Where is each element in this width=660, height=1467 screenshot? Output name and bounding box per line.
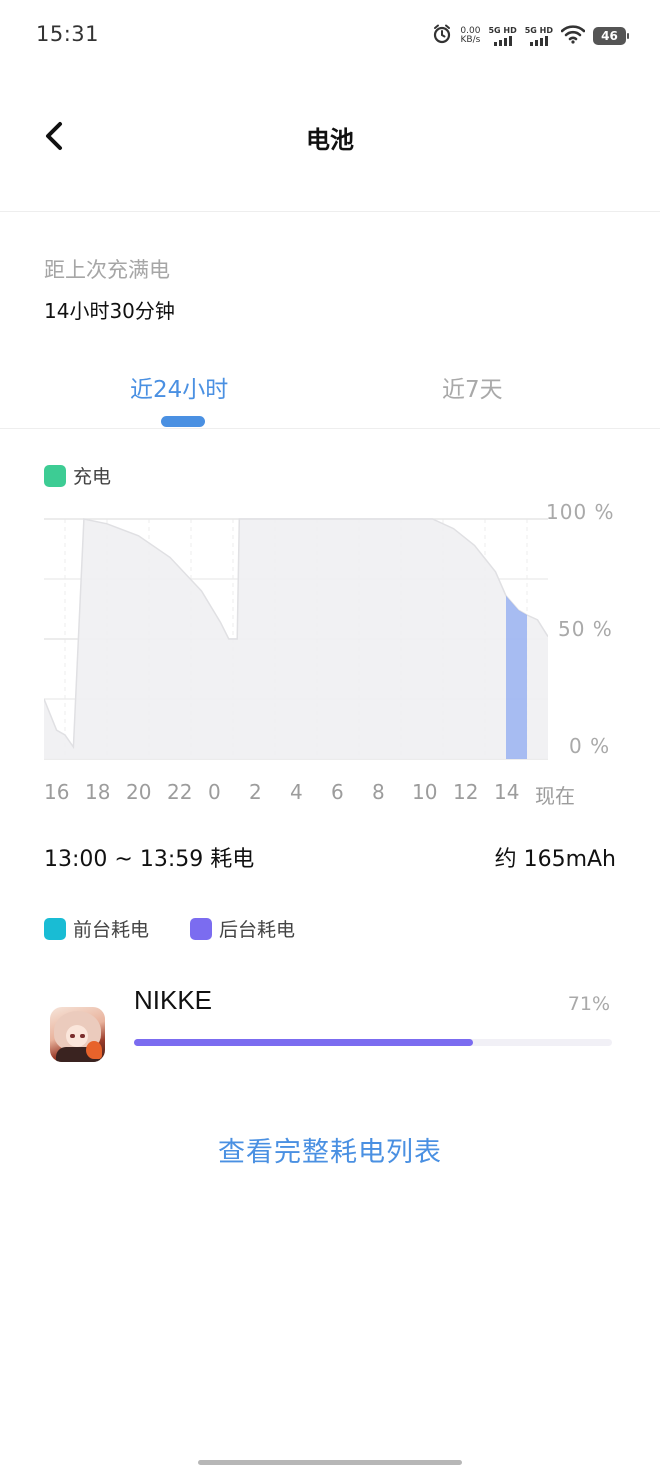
x-tick-label: 12 — [453, 780, 479, 804]
title-bar: 电池 — [0, 96, 660, 176]
network-speed-unit: KB/s — [460, 35, 481, 45]
x-tick-label: 22 — [167, 780, 193, 804]
x-tick-label: 0 — [208, 780, 221, 804]
app-name: NIKKE — [134, 985, 213, 1015]
battery-level-area — [44, 519, 548, 759]
x-tick-label: 2 — [249, 780, 262, 804]
app-usage-bar — [134, 1039, 612, 1046]
sim1-label: 5G HD — [488, 26, 517, 35]
x-tick-label: 8 — [372, 780, 385, 804]
background-label: 后台耗电 — [219, 919, 296, 941]
battery-chart-svg — [44, 518, 548, 760]
background-swatch — [190, 917, 212, 940]
selected-range-label: 13:00 ~ 13:59 耗电 — [44, 847, 255, 872]
y-tick-label: 100 % — [546, 500, 615, 524]
y-tick-label: 0 % — [569, 734, 611, 758]
y-tick-label: 50 % — [558, 617, 613, 641]
foreground-swatch — [44, 917, 66, 940]
signal-icon — [529, 36, 548, 46]
x-tick-label: 18 — [85, 780, 111, 804]
x-tick-label: 16 — [44, 780, 70, 804]
network-speed: 0.00 KB/s — [460, 27, 480, 45]
divider — [0, 211, 660, 212]
home-indicator[interactable] — [198, 1460, 462, 1465]
app-usage-percent: 71% — [567, 993, 610, 1015]
sim2-label: 5G HD — [524, 26, 553, 35]
x-tick-label: 14 — [494, 780, 520, 804]
since-full-charge-label: 距上次充满电 — [44, 258, 170, 282]
battery-icon: 46 — [593, 27, 629, 45]
selected-range-consumption: 约 165mAh — [494, 847, 616, 872]
status-bar: 15:31 0.00 KB/s 5G HD 5G HD 46 — [0, 0, 660, 72]
view-full-consumption-list-link[interactable]: 查看完整耗电列表 — [0, 1130, 660, 1169]
charging-swatch — [44, 464, 66, 487]
alarm-icon — [432, 24, 452, 48]
tab-24-hours[interactable]: 近24小时 — [130, 370, 228, 404]
signal-icon — [493, 36, 512, 46]
nikke-app-icon — [50, 1007, 105, 1062]
battery-chart[interactable] — [44, 515, 548, 763]
x-tick-label: 现在 — [535, 784, 575, 808]
legend-foreground: 前台耗电 — [44, 915, 149, 942]
x-tick-label: 20 — [126, 780, 152, 804]
sim2-signal: 5G HD — [525, 26, 553, 46]
charging-label: 充电 — [73, 466, 112, 488]
x-tick-label: 4 — [290, 780, 303, 804]
x-tick-label: 6 — [331, 780, 344, 804]
status-time: 15:31 — [36, 22, 100, 46]
foreground-label: 前台耗电 — [73, 919, 150, 941]
since-full-charge-value: 14小时30分钟 — [44, 299, 175, 323]
divider — [0, 428, 660, 429]
sim1-signal: 5G HD — [488, 26, 517, 46]
wifi-icon — [560, 24, 586, 48]
x-tick-label: 10 — [412, 780, 438, 804]
legend-background: 后台耗电 — [190, 915, 295, 942]
status-icons: 0.00 KB/s 5G HD 5G HD 46 — [432, 22, 629, 50]
selected-hour-bar — [506, 595, 527, 759]
page-title: 电池 — [306, 126, 354, 154]
app-usage-bar-fill — [134, 1039, 474, 1046]
tab-7-days[interactable]: 近7天 — [442, 370, 503, 404]
tab-indicator — [161, 416, 205, 427]
legend-charging: 充电 — [44, 462, 111, 489]
app-usage-row[interactable]: NIKKE 71% — [0, 985, 660, 1075]
